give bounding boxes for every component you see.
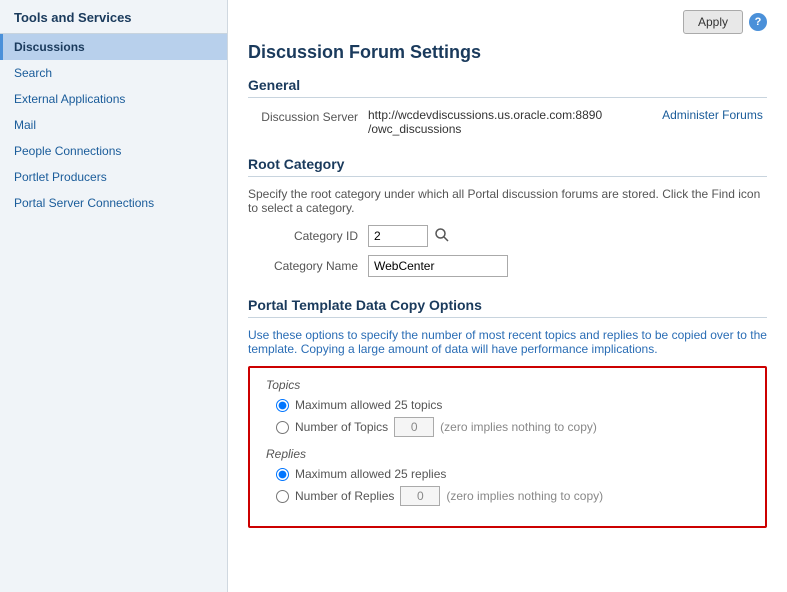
discussion-server-value: http://wcdevdiscussions.us.oracle.com:88…	[368, 108, 602, 136]
replies-group-title: Replies	[266, 447, 749, 461]
discussion-server-label: Discussion Server	[248, 108, 368, 124]
search-icon[interactable]	[434, 227, 450, 246]
options-box: Topics Maximum allowed 25 topics Number …	[248, 366, 767, 528]
topics-max-radio[interactable]	[276, 399, 289, 412]
topics-number-radio[interactable]	[276, 421, 289, 434]
root-category-desc: Specify the root category under which al…	[248, 187, 767, 215]
sidebar-title: Tools and Services	[0, 0, 227, 34]
main-content: Apply ? Discussion Forum Settings Genera…	[228, 0, 787, 592]
general-section-header: General	[248, 77, 767, 98]
topics-number-radio-row: Number of Topics (zero implies nothing t…	[266, 417, 749, 437]
category-id-label: Category ID	[248, 229, 368, 243]
sidebar-item-search[interactable]: Search	[0, 60, 227, 86]
general-section: General Discussion Server http://wcdevdi…	[248, 77, 767, 136]
server-url-line2: /owc_discussions	[368, 122, 602, 136]
sidebar: Tools and Services Discussions Search Ex…	[0, 0, 228, 592]
replies-max-radio-row: Maximum allowed 25 replies	[266, 467, 749, 481]
portal-template-section: Portal Template Data Copy Options Use th…	[248, 297, 767, 528]
portal-template-header: Portal Template Data Copy Options	[248, 297, 767, 318]
apply-button[interactable]: Apply	[683, 10, 743, 34]
portal-template-desc: Use these options to specify the number …	[248, 328, 767, 356]
topics-max-label[interactable]: Maximum allowed 25 topics	[295, 398, 442, 412]
category-id-input[interactable]	[368, 225, 428, 247]
sidebar-item-external-applications[interactable]: External Applications	[0, 86, 227, 112]
topics-number-input[interactable]	[394, 417, 434, 437]
replies-number-radio[interactable]	[276, 490, 289, 503]
category-name-row: Category Name	[248, 255, 767, 277]
category-name-input[interactable]	[368, 255, 508, 277]
sidebar-item-discussions[interactable]: Discussions	[0, 34, 227, 60]
administer-forums-link[interactable]: Administer Forums	[662, 108, 763, 122]
replies-zero-hint: (zero implies nothing to copy)	[446, 489, 603, 503]
topics-number-label[interactable]: Number of Topics	[295, 420, 388, 434]
root-category-header: Root Category	[248, 156, 767, 177]
sidebar-item-portlet-producers[interactable]: Portlet Producers	[0, 164, 227, 190]
replies-number-radio-row: Number of Replies (zero implies nothing …	[266, 486, 749, 506]
topics-group-title: Topics	[266, 378, 749, 392]
replies-max-label[interactable]: Maximum allowed 25 replies	[295, 467, 446, 481]
topics-zero-hint: (zero implies nothing to copy)	[440, 420, 597, 434]
top-bar: Apply ?	[248, 10, 767, 34]
category-name-label: Category Name	[248, 259, 368, 273]
sidebar-item-portal-server-connections[interactable]: Portal Server Connections	[0, 190, 227, 216]
sidebar-item-people-connections[interactable]: People Connections	[0, 138, 227, 164]
replies-group: Replies Maximum allowed 25 replies Numbe…	[266, 447, 749, 506]
help-icon[interactable]: ?	[749, 13, 767, 31]
replies-number-input[interactable]	[400, 486, 440, 506]
topics-max-radio-row: Maximum allowed 25 topics	[266, 398, 749, 412]
replies-number-label[interactable]: Number of Replies	[295, 489, 394, 503]
replies-max-radio[interactable]	[276, 468, 289, 481]
root-category-section: Root Category Specify the root category …	[248, 156, 767, 277]
discussion-server-row: Discussion Server http://wcdevdiscussion…	[248, 108, 767, 136]
page-title: Discussion Forum Settings	[248, 42, 767, 63]
server-url-line1: http://wcdevdiscussions.us.oracle.com:88…	[368, 108, 602, 122]
sidebar-item-mail[interactable]: Mail	[0, 112, 227, 138]
topics-group: Topics Maximum allowed 25 topics Number …	[266, 378, 749, 437]
category-id-row: Category ID	[248, 225, 767, 247]
